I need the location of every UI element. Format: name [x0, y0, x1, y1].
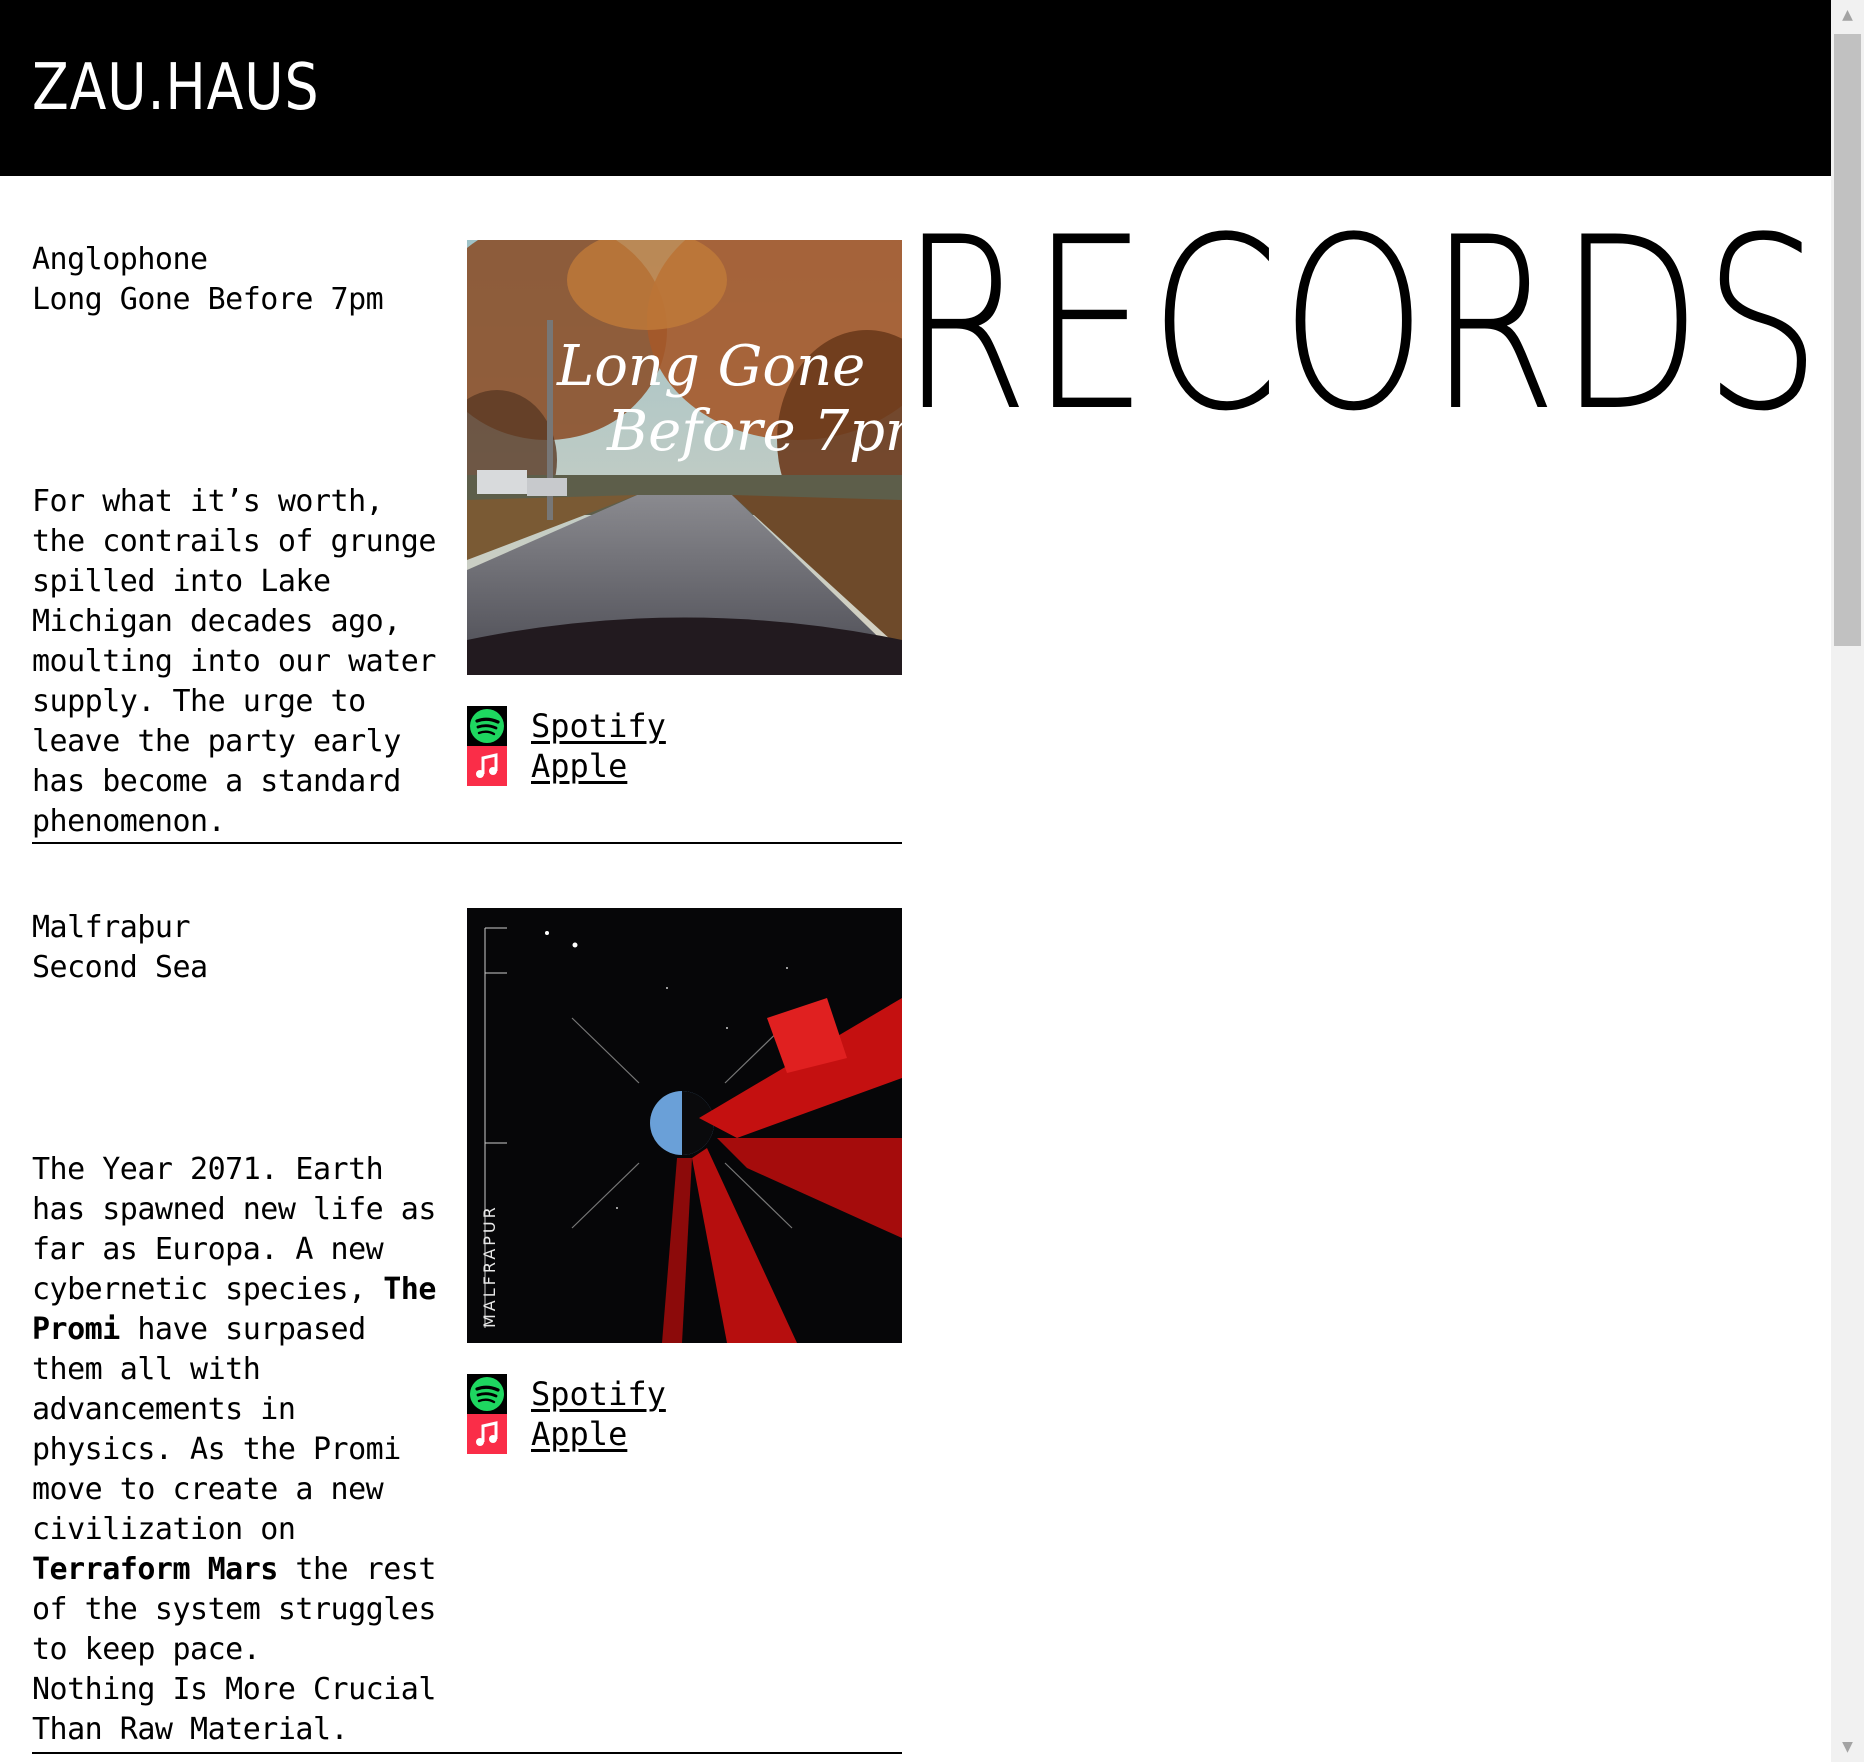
- description-text: The Year 2071. Earth has spawned new lif…: [32, 1152, 436, 1307]
- spotify-icon: [467, 706, 507, 746]
- cover-title: MALFRAPUR: [480, 1204, 499, 1328]
- release-meta: Anglophone Long Gone Before 7pm: [32, 240, 442, 320]
- release-description: For what it’s worth, the contrails of gr…: [32, 484, 436, 839]
- release-album: Long Gone Before 7pm: [32, 282, 384, 317]
- apple-link-row: Apple: [467, 1414, 666, 1454]
- cover-title-line2: Before 7pm: [606, 399, 902, 464]
- release-description: The Year 2071. Earth has spawned new lif…: [32, 1150, 442, 1750]
- release-item: Anglophone Long Gone Before 7pm For what…: [32, 240, 902, 844]
- apple-music-icon: [467, 746, 507, 786]
- description-text: Nothing Is More Crucial Than Raw Materia…: [32, 1672, 436, 1747]
- spotify-icon: [467, 1374, 507, 1414]
- streaming-links: Spotify Apple: [467, 1374, 666, 1454]
- apple-link[interactable]: Apple: [531, 746, 627, 786]
- release-meta: Malfraþur Second Sea: [32, 908, 442, 988]
- spotify-link[interactable]: Spotify: [531, 706, 666, 746]
- description-text: have surpased them all with advancements…: [32, 1312, 401, 1547]
- vertical-scrollbar[interactable]: ▲ ▼: [1831, 0, 1864, 1762]
- album-cover[interactable]: MALFRAPUR: [467, 908, 902, 1343]
- release-album: Second Sea: [32, 950, 208, 985]
- streaming-links: Spotify Apple: [467, 706, 666, 786]
- description-bold: Terraform Mars: [32, 1552, 278, 1587]
- spotify-link[interactable]: Spotify: [531, 1374, 666, 1414]
- album-cover[interactable]: Long Gone Before 7pm: [467, 240, 902, 675]
- spotify-link-row: Spotify: [467, 706, 666, 746]
- release-item: Malfraþur Second Sea The Year 2071. Eart…: [32, 908, 902, 1754]
- scrollbar-thumb[interactable]: [1834, 34, 1861, 646]
- spotify-link-row: Spotify: [467, 1374, 666, 1414]
- scroll-up-arrow-icon[interactable]: ▲: [1831, 0, 1864, 30]
- apple-music-icon: [467, 1414, 507, 1454]
- release-artist: Anglophone: [32, 242, 208, 277]
- apple-link[interactable]: Apple: [531, 1414, 627, 1454]
- page-title: RECORDS: [900, 187, 1823, 464]
- apple-link-row: Apple: [467, 746, 666, 786]
- album-cover-art: MALFRAPUR: [467, 908, 902, 1343]
- site-title[interactable]: ZAU.HAUS: [32, 46, 319, 130]
- scroll-down-arrow-icon[interactable]: ▼: [1831, 1732, 1864, 1762]
- site-header: ZAU.HAUS: [0, 0, 1831, 176]
- cover-title-line1: Long Gone: [556, 334, 865, 399]
- release-artist: Malfraþur: [32, 910, 191, 945]
- album-cover-art: Long Gone Before 7pm: [467, 240, 902, 675]
